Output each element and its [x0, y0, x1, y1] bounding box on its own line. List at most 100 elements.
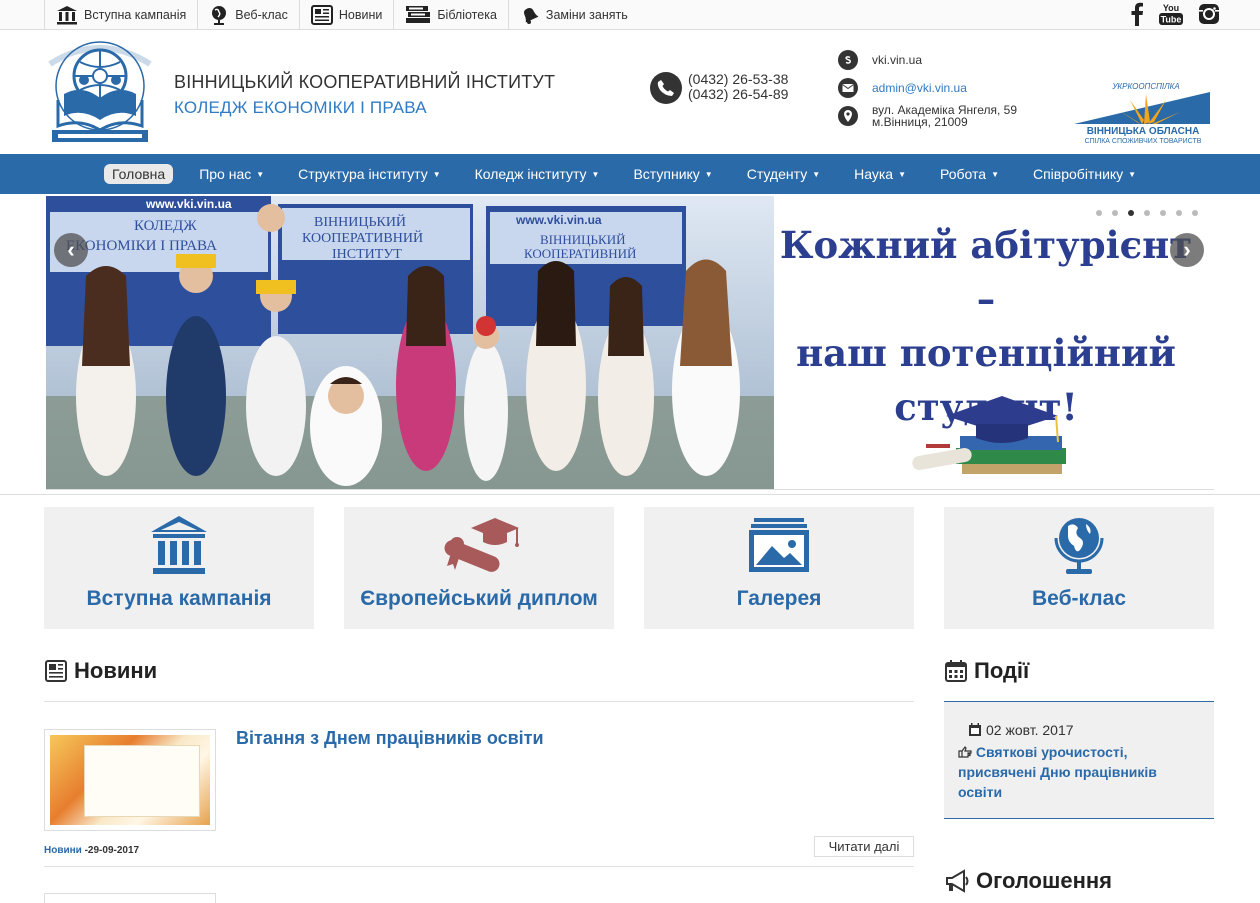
social-links: You Tube: [1130, 2, 1220, 26]
topnav-admission[interactable]: Вступна кампанія: [44, 0, 197, 30]
calendar-icon: [945, 660, 967, 682]
phone-2[interactable]: (0432) 26-54-89: [688, 87, 788, 102]
nav-about[interactable]: Про нас ▼: [199, 166, 264, 182]
nav-science[interactable]: Наука ▼: [854, 166, 906, 182]
news-heading[interactable]: Новини: [74, 658, 157, 684]
announcements-section-title: Оголошення: [944, 868, 1112, 894]
hand-pointing-icon: [958, 746, 972, 758]
announcements-heading[interactable]: Оголошення: [976, 868, 1112, 894]
svg-text:ВІННИЦЬКИЙ: ВІННИЦЬКИЙ: [314, 213, 406, 230]
slider-dot[interactable]: [1176, 210, 1182, 216]
events-section-title: Події: [944, 658, 1029, 684]
skype-icon: [838, 50, 858, 70]
caret-down-icon: ▼: [898, 169, 907, 179]
hero-slider[interactable]: www.vki.vin.ua КОЛЕДЖ ЕКОНОМІКИ І ПРАВА …: [46, 196, 1214, 490]
divider: [0, 494, 1260, 495]
nav-staff[interactable]: Співробітнику ▼: [1033, 166, 1136, 182]
event-link-text[interactable]: Святкові урочистості, присвячені Дню пра…: [958, 744, 1157, 800]
facebook-icon[interactable]: [1130, 2, 1144, 26]
address-contact: вул. Академіка Янгеля, 59 м.Вінниця, 210…: [838, 104, 1017, 128]
nav-label: Наука: [854, 166, 894, 182]
slider-pagination: [1096, 210, 1198, 216]
skype-contact: vki.vin.ua: [838, 50, 922, 70]
institute-name[interactable]: ВІННИЦЬКИЙ КООПЕРАТИВНИЙ ІНСТИТУТ: [174, 72, 555, 93]
nav-home[interactable]: Головна: [104, 164, 174, 184]
nav-structure[interactable]: Структура інституту ▼: [298, 166, 440, 182]
tile-label: Галерея: [736, 587, 822, 610]
youtube-icon[interactable]: You Tube: [1158, 2, 1184, 26]
college-name[interactable]: КОЛЕДЖ ЕКОНОМІКИ І ПРАВА: [174, 98, 427, 118]
slider-dot[interactable]: [1144, 210, 1150, 216]
skype-text[interactable]: vki.vin.ua: [872, 53, 922, 67]
nav-work[interactable]: Робота ▼: [940, 166, 999, 182]
svg-text:КОЛЕДЖ: КОЛЕДЖ: [134, 218, 197, 234]
news-item-title[interactable]: Вітання з Днем працівників освіти: [236, 728, 544, 749]
topnav-schedule-changes[interactable]: Заміни занять: [507, 0, 639, 30]
read-more-button[interactable]: Читати далі: [814, 836, 914, 857]
news-thumbnail[interactable]: [44, 893, 216, 903]
nav-student[interactable]: Студенту ▼: [747, 166, 820, 182]
slider-next-button[interactable]: ›: [1170, 233, 1204, 267]
slider-dot-active[interactable]: [1128, 210, 1134, 216]
phone-numbers: (0432) 26-53-38 (0432) 26-54-89: [688, 72, 788, 102]
nav-label: Вступнику: [633, 166, 700, 182]
event-date-text: 02 жовт. 2017: [986, 722, 1074, 738]
news-section-title: Новини: [44, 658, 157, 684]
events-heading[interactable]: Події: [974, 658, 1029, 684]
newspaper-icon: [310, 5, 333, 25]
tile-label: Європейський диплом: [360, 587, 598, 610]
topnav-library[interactable]: Бібліотека: [393, 0, 508, 30]
gallery-icon: [644, 513, 914, 577]
slider-dot[interactable]: [1192, 210, 1198, 216]
bank-icon: [57, 6, 77, 25]
bank-icon: [44, 513, 314, 577]
top-bar: Вступна кампанія Веб-клас Новини Бібліот…: [0, 0, 1260, 30]
topnav-news[interactable]: Новини: [298, 0, 394, 30]
svg-text:УКРКООПСПІЛКА: УКРКООПСПІЛКА: [1111, 82, 1179, 91]
calendar-icon: [969, 723, 981, 736]
news-thumbnail[interactable]: [44, 729, 216, 831]
nav-applicant[interactable]: Вступнику ▼: [633, 166, 712, 182]
topnav-label: Веб-клас: [235, 8, 288, 22]
slider-prev-button[interactable]: ‹: [54, 233, 88, 267]
news-category-link[interactable]: Новини: [44, 845, 82, 856]
diploma-icon: [344, 513, 614, 577]
tile-european-diploma[interactable]: Європейський диплом: [344, 507, 614, 629]
phone-icon: [650, 72, 682, 104]
topnav-label: Бібліотека: [437, 8, 497, 22]
topnav-webclass[interactable]: Веб-клас: [197, 0, 299, 30]
consumer-union-logo[interactable]: УКРКООПСПІЛКА ВІННИЦЬКА ОБЛАСНА СПІЛКА С…: [1070, 80, 1216, 148]
svg-text:СПІЛКА СПОЖИВЧИХ ТОВАРИСТВ: СПІЛКА СПОЖИВЧИХ ТОВАРИСТВ: [1085, 138, 1202, 145]
slider-dot[interactable]: [1112, 210, 1118, 216]
tile-webclass[interactable]: Веб-клас: [944, 507, 1214, 629]
nav-label: Головна: [112, 166, 166, 182]
email-link[interactable]: admin@vki.vin.ua: [872, 81, 967, 95]
caret-down-icon: ▼: [432, 169, 441, 179]
divider: [44, 701, 914, 702]
news-image: [50, 735, 210, 825]
slide-caption-line-1: Кожний абітурієнт –: [779, 223, 1193, 321]
slider-dot[interactable]: [1160, 210, 1166, 216]
event-link[interactable]: Святкові урочистості, присвячені Дню пра…: [958, 742, 1178, 802]
instagram-icon[interactable]: [1198, 3, 1220, 25]
news-date: -29-09-2017: [84, 845, 140, 856]
tile-gallery[interactable]: Галерея: [644, 507, 914, 629]
slider-dot[interactable]: [1096, 210, 1102, 216]
megaphone-icon: [946, 869, 969, 893]
caret-down-icon: ▼: [704, 169, 713, 179]
svg-text:You: You: [1163, 3, 1179, 13]
nav-college[interactable]: Коледж інституту ▼: [475, 166, 600, 182]
topnav-label: Заміни занять: [545, 8, 628, 22]
tile-label: Веб-клас: [1032, 587, 1126, 610]
top-nav: Вступна кампанія Веб-клас Новини Бібліот…: [44, 0, 639, 30]
tile-admission[interactable]: Вступна кампанія: [44, 507, 314, 629]
college-logo[interactable]: [44, 36, 156, 148]
svg-text:www.vki.vin.ua: www.vki.vin.ua: [515, 213, 602, 227]
svg-text:www.vki.vin.ua: www.vki.vin.ua: [145, 197, 232, 211]
nav-label: Робота: [940, 166, 987, 182]
slide-photo: www.vki.vin.ua КОЛЕДЖ ЕКОНОМІКИ І ПРАВА …: [46, 196, 774, 489]
phone-1[interactable]: (0432) 26-53-38: [688, 72, 788, 87]
nav-label: Структура інституту: [298, 166, 428, 182]
slide-caption-line-2: наш потенційний: [796, 331, 1176, 375]
email-icon: [838, 78, 858, 98]
